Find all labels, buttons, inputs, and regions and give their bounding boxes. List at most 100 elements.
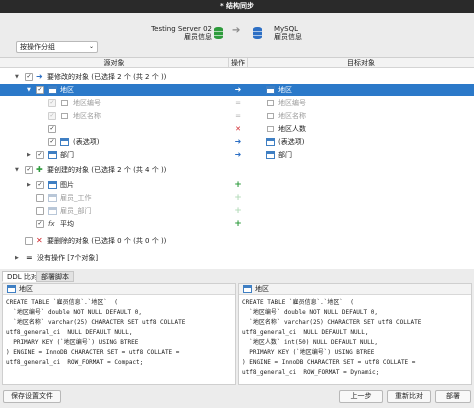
table-row[interactable]: ✓ ✕ 地区人数 (0, 123, 474, 135)
table-row[interactable]: 雇员_部门 + (0, 205, 474, 217)
table-icon (48, 207, 57, 215)
ddl-code-line: `地区名称` varchar(25) CHARACTER SET utf8 CO… (242, 319, 422, 326)
target-connection: MySQL 雇员信息 (274, 25, 302, 41)
ddl-code-line: `地区编号` double NOT NULL DEFAULT 0, (242, 309, 378, 316)
add-plus-icon: + (234, 193, 242, 203)
source-object: 部门 (60, 151, 74, 159)
ddl-code-line: utf8_general_ci ROW_FORMAT = Compact; (6, 359, 144, 366)
add-plus-icon: + (234, 219, 242, 229)
table-icon (266, 151, 275, 159)
target-object: (表选项) (278, 138, 305, 146)
window-title: * 结构同步 (219, 2, 255, 10)
table-row[interactable]: ✓ (表选项) ➜ (表选项) (0, 136, 474, 148)
section-delete-checkbox[interactable] (25, 237, 33, 245)
previous-button[interactable]: 上一步 (339, 390, 383, 403)
target-object: 地区人数 (278, 125, 306, 133)
field-icon (61, 113, 68, 119)
expand-triangle-icon[interactable]: ▶ (15, 252, 19, 264)
ddl-code-line: `地区人数` int(50) NULL DEFAULT NULL, (242, 339, 378, 346)
row-checkbox[interactable]: ✓ (36, 181, 44, 189)
table-row[interactable]: ✓ 地区名称 = 地区名称 (0, 110, 474, 122)
expand-triangle-icon[interactable]: ▼ (15, 71, 19, 83)
target-database: 雇员信息 (274, 33, 302, 41)
ddl-code-line: utf8_general_ci NULL DEFAULT NULL, (6, 329, 133, 336)
save-profile-button[interactable]: 保存设置文件 (3, 390, 61, 403)
source-object: (表选项) (73, 138, 100, 146)
modify-arrow-icon: ➜ (234, 85, 242, 94)
row-checkbox[interactable] (36, 194, 44, 202)
expand-triangle-icon[interactable]: ▶ (27, 149, 31, 161)
target-object: 部门 (278, 151, 292, 159)
equal-icon: = (235, 99, 241, 107)
tab-deploy-script[interactable]: 部署脚本 (36, 271, 74, 282)
source-object: 平均 (60, 220, 74, 228)
source-database: 雇员信息 (184, 33, 212, 41)
section-create[interactable]: ▼ ✓ ✚ 要创建的对象 (已选择 2 个 (共 4 个 )) (0, 164, 474, 176)
column-header-operation[interactable]: 操作 (228, 58, 248, 68)
source-object: 地区 (60, 86, 74, 94)
ddl-source-code[interactable]: CREATE TABLE `雇员信息`.`地区` ( `地区编号` double… (6, 298, 185, 368)
field-icon (267, 113, 274, 119)
table-icon (7, 285, 16, 293)
ddl-code-line: PRIMARY KEY (`地区编号`) USING BTREE (242, 349, 375, 356)
delete-x-icon: ✕ (36, 236, 43, 245)
source-object: 雇员_工作 (60, 194, 92, 202)
section-delete[interactable]: ✕ 要删除的对象 (已选择 0 个 (共 0 个 )) (0, 235, 474, 247)
table-row[interactable]: ▼ ✓ 地区 ➜ 地区 (0, 84, 474, 96)
column-header-target[interactable]: 目标对象 (248, 58, 474, 68)
row-checkbox[interactable]: ✓ (48, 138, 56, 146)
row-checkbox[interactable]: ✓ (36, 220, 44, 228)
expand-triangle-icon[interactable]: ▼ (27, 84, 31, 96)
ddl-target-code[interactable]: CREATE TABLE `雇员信息`.`地区` ( `地区编号` double… (242, 298, 421, 378)
group-by-select[interactable]: 按操作分组 ⌄ (16, 41, 98, 53)
table-icon (243, 285, 252, 293)
source-object: 雇员_部门 (60, 207, 92, 215)
table-row[interactable]: ✓ 地区编号 = 地区编号 (0, 97, 474, 109)
section-no-action[interactable]: ▶ = 没有操作 [7个对象] (0, 252, 474, 264)
ddl-code-line: `地区编号` double NOT NULL DEFAULT 0, (6, 309, 142, 316)
table-row[interactable]: 雇员_工作 + (0, 192, 474, 204)
section-delete-label: 要删除的对象 (已选择 0 个 (共 0 个 )) (47, 237, 167, 245)
ddl-code-line: utf8_general_ci NULL DEFAULT NULL, (242, 329, 369, 336)
row-checkbox: ✓ (48, 112, 56, 120)
table-icon (48, 181, 57, 189)
row-checkbox[interactable]: ✓ (36, 86, 44, 94)
row-checkbox[interactable]: ✓ (36, 151, 44, 159)
column-header-source[interactable]: 源对象 (0, 58, 228, 68)
section-create-checkbox[interactable]: ✓ (25, 166, 33, 174)
target-object: 地区名称 (278, 112, 306, 120)
add-plus-icon: + (234, 180, 242, 190)
table-options-icon (60, 138, 69, 146)
deploy-button[interactable]: 部署 (435, 390, 471, 403)
modify-arrow-icon: ➜ (234, 137, 242, 146)
source-object: 地区名称 (73, 112, 101, 120)
target-server: MySQL (274, 25, 299, 33)
field-icon (61, 100, 68, 106)
target-object: 地区 (278, 86, 292, 94)
ddl-source-header: 地区 (3, 284, 235, 295)
ddl-tab-bar: DDL 比对 部署脚本 (0, 271, 474, 282)
expand-triangle-icon[interactable]: ▶ (27, 179, 31, 191)
modify-arrow-icon: ➜ (234, 150, 242, 159)
table-row[interactable]: ▶ ✓ 图片 + (0, 179, 474, 191)
table-icon (48, 194, 57, 202)
table-row[interactable]: ▶ ✓ 部门 ➜ 部门 (0, 149, 474, 161)
row-checkbox[interactable]: ✓ (48, 125, 56, 133)
ddl-code-line: CREATE TABLE `雇员信息`.`地区` ( (242, 299, 354, 306)
target-database-icon (253, 27, 262, 39)
row-checkbox[interactable] (36, 207, 44, 215)
recompare-button[interactable]: 重新比对 (387, 390, 431, 403)
source-object: 地区编号 (73, 99, 101, 107)
ddl-source-table: 地区 (19, 285, 33, 293)
field-icon (267, 126, 274, 132)
delete-x-icon: ✕ (235, 125, 241, 133)
source-connection: Testing Server 02 雇员信息 (151, 25, 212, 41)
ddl-code-line: PRIMARY KEY (`地区编号`) USING BTREE (6, 339, 139, 346)
add-plus-icon: + (234, 206, 242, 216)
ddl-code-line: `地区名称` varchar(25) CHARACTER SET utf8 CO… (6, 319, 186, 326)
expand-triangle-icon[interactable]: ▼ (15, 164, 19, 176)
table-row[interactable]: ✓ fx 平均 + (0, 218, 474, 230)
section-modify-checkbox[interactable]: ✓ (25, 73, 33, 81)
field-icon (267, 100, 274, 106)
section-modify[interactable]: ▼ ✓ ➜ 要修改的对象 (已选择 2 个 (共 2 个 )) (0, 71, 474, 83)
